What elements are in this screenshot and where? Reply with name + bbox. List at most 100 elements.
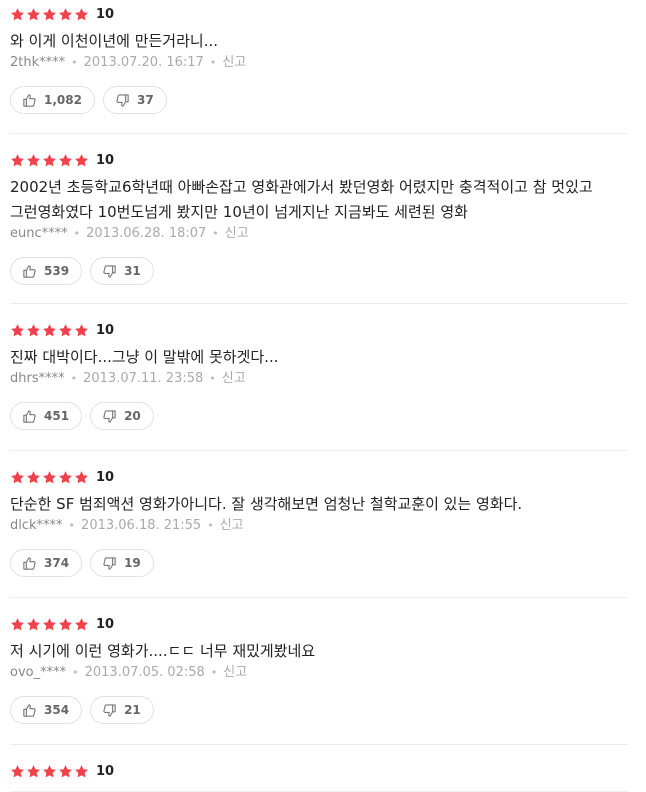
thumbs-down-icon: [102, 264, 117, 279]
star-rating: [10, 617, 89, 632]
like-count: 539: [44, 264, 70, 278]
thumbs-up-icon: [22, 264, 37, 279]
thumbs-down-icon: [102, 409, 117, 424]
rating-score: 10: [96, 763, 115, 779]
review-meta: 2thk**** • 2013.07.20. 16:17 • 신고: [10, 54, 636, 72]
like-button[interactable]: 451: [10, 402, 83, 430]
review-author: dlck****: [10, 518, 63, 533]
report-link[interactable]: 신고: [222, 370, 246, 388]
thumbs-up-icon: [22, 556, 37, 571]
star-icon: [26, 617, 41, 632]
review-comment: 진짜 대박이다...그냥 이 말밖에 못하겟다...: [10, 348, 279, 366]
dislike-button[interactable]: 19: [90, 549, 154, 577]
star-icon: [10, 153, 25, 168]
review-meta: eunc**** • 2013.06.28. 18:07 • 신고: [10, 225, 636, 243]
meta-separator: •: [207, 519, 214, 532]
rating-score: 10: [96, 6, 115, 22]
vote-buttons: 374 19: [10, 549, 636, 577]
review-item: 10 2002년 초등학교6학년때 아빠손잡고 영화관에가서 봤던영화 어렸지만…: [0, 134, 646, 304]
review-author: 2thk****: [10, 55, 66, 70]
meta-separator: •: [70, 372, 78, 385]
star-icon: [42, 153, 57, 168]
review-meta: dhrs**** • 2013.07.11. 23:58 • 신고: [10, 370, 636, 388]
rating-row: 10: [10, 613, 636, 635]
review-item: 10 저 시기에 이런 영화가....ㄷㄷ 너무 재밌게봤네요 ovo_****…: [0, 598, 646, 745]
like-button[interactable]: 1,082: [10, 86, 95, 114]
like-button[interactable]: 539: [10, 257, 83, 285]
star-icon: [10, 470, 25, 485]
meta-separator: •: [212, 227, 219, 240]
star-icon: [58, 764, 73, 779]
report-link[interactable]: 신고: [223, 664, 247, 682]
star-icon: [42, 470, 57, 485]
like-count: 374: [44, 556, 70, 570]
star-icon: [74, 153, 89, 168]
thumbs-up-icon: [22, 93, 37, 108]
review-date: 2013.07.11. 23:58: [83, 371, 204, 386]
review-item: 10 단순한 SF 범죄액션 영화가아니다. 잘 생각해보면 엄청난 철학교훈이…: [0, 451, 646, 598]
star-icon: [10, 617, 25, 632]
review-comment: 와 이게 이천이년에 만든거라니...: [10, 32, 219, 50]
meta-separator: •: [209, 372, 216, 385]
dislike-button[interactable]: 20: [90, 402, 154, 430]
star-rating: [10, 7, 89, 22]
rating-row: 10: [10, 3, 636, 25]
like-button[interactable]: 374: [10, 549, 83, 577]
meta-separator: •: [72, 666, 79, 679]
vote-buttons: 451 20: [10, 402, 636, 430]
star-rating: [10, 323, 89, 338]
review-list: 10 와 이게 이천이년에 만든거라니... 2thk**** • 2013.0…: [0, 0, 646, 792]
review-item: 10: [0, 745, 646, 792]
vote-buttons: 539 31: [10, 257, 636, 285]
star-icon: [74, 7, 89, 22]
meta-separator: •: [68, 519, 76, 532]
thumbs-down-icon: [102, 703, 117, 718]
star-icon: [26, 323, 41, 338]
star-icon: [26, 153, 41, 168]
dislike-count: 37: [136, 93, 154, 107]
review-comment: 단순한 SF 범죄액션 영화가아니다. 잘 생각해보면 엄청난 철학교훈이 있는…: [10, 495, 523, 513]
star-icon: [58, 153, 73, 168]
star-icon: [42, 764, 57, 779]
review-comment: 2002년 초등학교6학년때 아빠손잡고 영화관에가서 봤던영화 어렸지만 충격…: [10, 178, 593, 221]
thumbs-down-icon: [102, 556, 117, 571]
star-rating: [10, 764, 89, 779]
star-rating: [10, 470, 89, 485]
dislike-button[interactable]: 31: [90, 257, 154, 285]
star-icon: [58, 470, 73, 485]
rating-row: 10: [10, 149, 636, 171]
like-button[interactable]: 354: [10, 696, 83, 724]
rating-score: 10: [96, 322, 115, 338]
star-icon: [10, 323, 25, 338]
star-icon: [42, 617, 57, 632]
review-item: 10 진짜 대박이다...그냥 이 말밖에 못하겟다... dhrs**** •…: [0, 304, 646, 451]
report-link[interactable]: 신고: [222, 54, 246, 72]
vote-buttons: 354 21: [10, 696, 636, 724]
thumbs-up-icon: [22, 409, 37, 424]
rating-row: 10: [10, 466, 636, 488]
dislike-button[interactable]: 21: [90, 696, 154, 724]
report-link[interactable]: 신고: [225, 225, 249, 243]
star-icon: [10, 7, 25, 22]
dislike-count: 20: [124, 409, 141, 423]
star-icon: [26, 764, 41, 779]
review-author: eunc****: [10, 226, 68, 241]
review-date: 2013.06.28. 18:07: [86, 226, 207, 241]
report-link[interactable]: 신고: [220, 517, 244, 535]
star-icon: [26, 7, 41, 22]
review-author: dhrs****: [10, 371, 65, 386]
thumbs-up-icon: [22, 703, 37, 718]
thumbs-down-icon: [115, 93, 130, 108]
meta-separator: •: [71, 56, 78, 69]
star-icon: [74, 764, 89, 779]
star-icon: [42, 323, 57, 338]
star-rating: [10, 153, 89, 168]
review-meta: dlck**** • 2013.06.18. 21:55 • 신고: [10, 517, 636, 535]
review-date: 2013.07.05. 02:58: [84, 665, 205, 680]
meta-separator: •: [73, 227, 81, 240]
star-icon: [74, 470, 89, 485]
review-meta: ovo_**** • 2013.07.05. 02:58 • 신고: [10, 664, 636, 682]
dislike-button[interactable]: 37: [102, 86, 167, 114]
rating-score: 10: [96, 469, 115, 485]
vote-buttons: 1,082 37: [10, 86, 636, 114]
